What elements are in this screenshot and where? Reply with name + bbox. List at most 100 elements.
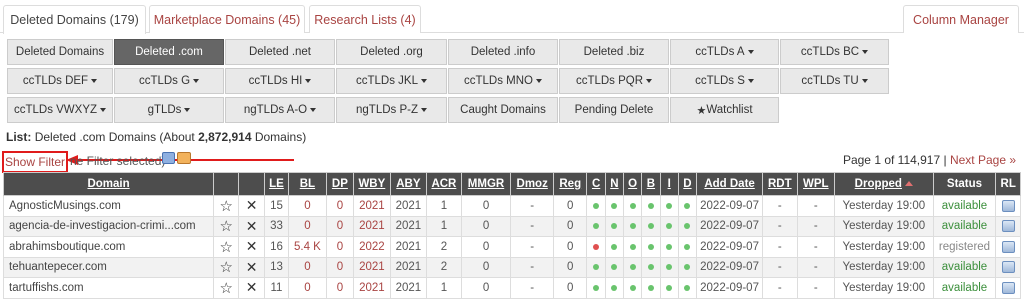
close-icon[interactable]: ✕	[246, 279, 258, 295]
col-header-status[interactable]: Status	[932, 172, 997, 196]
watch-star-cell[interactable]: ☆	[213, 236, 240, 258]
rl-cell[interactable]	[995, 236, 1021, 258]
rl-cell[interactable]	[995, 215, 1021, 237]
register-link-icon[interactable]	[1001, 281, 1015, 294]
next-page-link[interactable]: Next Page »	[950, 153, 1016, 167]
col-header-wpl[interactable]: WPL	[796, 172, 836, 196]
col-header-i[interactable]: I	[659, 172, 679, 196]
rl-cell[interactable]	[995, 195, 1021, 217]
close-icon[interactable]: ✕	[246, 238, 258, 254]
filter-cctlds-a[interactable]: ccTLDs A	[670, 39, 779, 65]
register-link-icon[interactable]	[1001, 220, 1015, 233]
col-header-dropped[interactable]: Dropped	[834, 172, 934, 196]
col-header-mmgr[interactable]: MMGR	[460, 172, 512, 196]
show-filter-button[interactable]: Show Filter	[2, 151, 68, 173]
col-header-o[interactable]: O	[623, 172, 643, 196]
rl-cell[interactable]	[995, 277, 1021, 299]
filter-gtlds[interactable]: gTLDs	[114, 97, 224, 123]
filter-deleted-info[interactable]: Deleted .info	[448, 39, 558, 65]
filter-pending-delete[interactable]: Pending Delete	[559, 97, 669, 123]
tld-status-cell	[641, 195, 661, 217]
filter-cctlds-pqr[interactable]: ccTLDs PQR	[559, 68, 669, 94]
cell-add-date: 2022-09-07	[696, 236, 764, 258]
filter-ngtlds-p-z[interactable]: ngTLDs P-Z	[336, 97, 447, 123]
filter-cctlds-hi[interactable]: ccTLDs HI	[225, 68, 335, 94]
col-header-blank	[238, 172, 265, 196]
filter-deleted-net[interactable]: Deleted .net	[225, 39, 335, 65]
watch-star-cell[interactable]: ☆	[213, 215, 240, 237]
filter-cctlds-def[interactable]: ccTLDs DEF	[7, 68, 113, 94]
cell-acr: 1	[426, 277, 462, 299]
filter-label: ngTLDs P-Z	[356, 104, 418, 116]
register-link-icon[interactable]	[1001, 240, 1015, 253]
filter-deleted-domains[interactable]: Deleted Domains	[7, 39, 113, 65]
filter-cctlds-jkl[interactable]: ccTLDs JKL	[336, 68, 447, 94]
col-header-dp[interactable]: DP	[325, 172, 355, 196]
status-dot-icon	[629, 264, 636, 271]
close-icon[interactable]: ✕	[246, 259, 258, 275]
column-manager-button[interactable]: Column Manager	[903, 5, 1019, 33]
col-header-reg[interactable]: Reg	[552, 172, 588, 196]
filter-deleted-com[interactable]: Deleted .com	[114, 39, 224, 65]
delete-cell[interactable]: ✕	[238, 215, 265, 237]
col-header-aby[interactable]: ABY	[389, 172, 428, 196]
col-header-add-date[interactable]: Add Date	[696, 172, 764, 196]
filter-deleted-org[interactable]: Deleted .org	[336, 39, 447, 65]
cell-acr: 2	[426, 256, 462, 278]
col-header-b[interactable]: B	[641, 172, 661, 196]
register-link-icon[interactable]	[1001, 199, 1015, 212]
tld-status-cell	[604, 277, 625, 299]
register-link-icon[interactable]	[1001, 261, 1015, 274]
page-indicator: Page 1 of 114,917 |	[842, 153, 947, 167]
col-header-domain[interactable]: Domain	[2, 172, 215, 196]
filter-watchlist[interactable]: ★ Watchlist	[670, 97, 779, 123]
filter-label: ccTLDs VWXYZ	[13, 104, 98, 116]
col-header-d[interactable]: D	[677, 172, 698, 196]
filter-deleted-biz[interactable]: Deleted .biz	[559, 39, 669, 65]
star-outline-icon[interactable]: ☆	[220, 239, 233, 256]
star-outline-icon[interactable]: ☆	[220, 198, 233, 215]
tab-deleted-domains[interactable]: Deleted Domains (179)	[3, 5, 146, 34]
delete-cell[interactable]: ✕	[238, 277, 265, 299]
filter-cctlds-tu[interactable]: ccTLDs TU	[780, 68, 889, 94]
tab-marketplace-domains[interactable]: Marketplace Domains (45)	[149, 5, 305, 33]
col-header-c[interactable]: C	[586, 172, 606, 196]
rl-cell[interactable]	[995, 256, 1021, 278]
col-header-le[interactable]: LE	[263, 172, 290, 196]
filter-cctlds-mno[interactable]: ccTLDs MNO	[448, 68, 558, 94]
filter-cctlds-bc[interactable]: ccTLDs BC	[780, 39, 889, 65]
col-header-wby[interactable]: WBY	[353, 172, 391, 196]
domain-link[interactable]: abrahimsboutique.com	[2, 236, 215, 258]
close-icon[interactable]: ✕	[246, 218, 258, 234]
delete-cell[interactable]: ✕	[238, 256, 265, 278]
col-header-dmoz[interactable]: Dmoz	[510, 172, 554, 196]
star-outline-icon[interactable]: ☆	[220, 259, 233, 276]
col-header-rl[interactable]: RL	[995, 172, 1021, 196]
star-outline-icon[interactable]: ☆	[220, 218, 233, 235]
domain-link[interactable]: tartuffishs.com	[2, 277, 215, 299]
close-icon[interactable]: ✕	[246, 197, 258, 213]
filter-cctlds-g[interactable]: ccTLDs G	[114, 68, 224, 94]
filter-cctlds-s[interactable]: ccTLDs S	[670, 68, 779, 94]
list-summary: List: Deleted .com Domains (About 2,872,…	[6, 130, 307, 144]
star-outline-icon[interactable]: ☆	[220, 280, 233, 297]
col-header-bl[interactable]: BL	[288, 172, 327, 196]
domain-link[interactable]: AgnosticMusings.com	[2, 195, 215, 217]
watch-star-cell[interactable]: ☆	[213, 195, 240, 217]
watch-star-cell[interactable]: ☆	[213, 277, 240, 299]
col-header-n[interactable]: N	[604, 172, 625, 196]
filter-cctlds-vwxyz[interactable]: ccTLDs VWXYZ	[7, 97, 113, 123]
col-header-rdt[interactable]: RDT	[762, 172, 798, 196]
filter-ngtlds-a-o[interactable]: ngTLDs A-O	[225, 97, 335, 123]
filter-caught-domains[interactable]: Caught Domains	[448, 97, 558, 123]
watch-star-cell[interactable]: ☆	[213, 256, 240, 278]
delete-cell[interactable]: ✕	[238, 195, 265, 217]
domain-link[interactable]: tehuantepecer.com	[2, 256, 215, 278]
delete-cell[interactable]: ✕	[238, 236, 265, 258]
domain-link[interactable]: agencia-de-investigacion-crimi...com	[2, 215, 215, 237]
status-dot-icon	[666, 243, 673, 250]
load-filter-icon[interactable]	[177, 152, 191, 164]
col-header-acr[interactable]: ACR	[426, 172, 462, 196]
tab-research-lists[interactable]: Research Lists (4)	[309, 5, 421, 33]
save-filter-icon[interactable]	[162, 152, 175, 164]
